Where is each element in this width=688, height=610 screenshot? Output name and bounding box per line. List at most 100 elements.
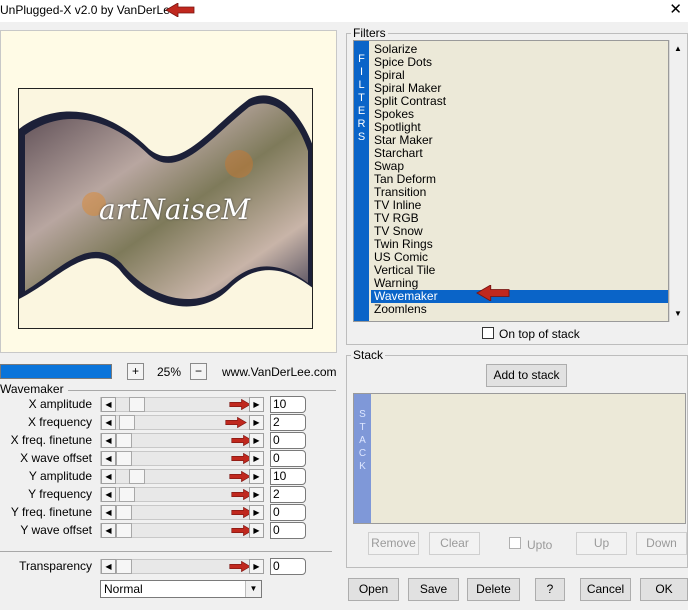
slider-right-button[interactable]: ▶ <box>249 559 264 574</box>
slider-right-button[interactable]: ▶ <box>249 523 264 538</box>
slider-right-button[interactable]: ▶ <box>249 469 264 484</box>
zoom-in-button[interactable]: + <box>127 363 144 380</box>
delete-button[interactable]: Delete <box>467 578 520 601</box>
progress-fill <box>1 365 111 378</box>
param-value[interactable]: 0 <box>270 522 306 539</box>
stack-list[interactable]: STACK <box>353 393 686 524</box>
preview-image[interactable]: artNaiseM <box>18 88 313 329</box>
param-value[interactable]: 0 <box>270 450 306 467</box>
slider-thumb[interactable] <box>116 505 132 520</box>
watermark-text: artNaiseM <box>99 193 251 226</box>
red-arrow-icon <box>229 561 251 572</box>
open-button[interactable]: Open <box>348 578 399 601</box>
scroll-up-icon[interactable]: ▲ <box>670 40 686 57</box>
param-slider[interactable]: ◀ ▶ <box>100 451 264 466</box>
slider-left-button[interactable]: ◀ <box>101 415 116 430</box>
slider-right-button[interactable]: ▶ <box>249 487 264 502</box>
parameters-title: Wavemaker <box>0 382 68 396</box>
slider-left-button[interactable]: ◀ <box>101 469 116 484</box>
slider-left-button[interactable]: ◀ <box>101 505 116 520</box>
slider-right-button[interactable]: ▶ <box>249 505 264 520</box>
slider-right-button[interactable]: ▶ <box>249 397 264 412</box>
param-slider[interactable]: ◀ ▶ <box>100 487 264 502</box>
zoom-out-button[interactable]: − <box>190 363 207 380</box>
param-slider[interactable]: ◀ ▶ <box>100 433 264 448</box>
slider-thumb[interactable] <box>116 433 132 448</box>
red-arrow-icon <box>229 399 251 410</box>
param-row: Y wave offset ◀ ▶ 0 <box>0 522 336 539</box>
slider-left-button[interactable]: ◀ <box>101 397 116 412</box>
upto-checkbox[interactable] <box>509 537 521 549</box>
slider-left-button[interactable]: ◀ <box>101 559 116 574</box>
red-arrow-left-icon <box>165 3 195 17</box>
slider-left-button[interactable]: ◀ <box>101 433 116 448</box>
param-slider[interactable]: ◀ ▶ <box>100 415 264 430</box>
strip-letter: S <box>359 409 366 420</box>
slider-left-button[interactable]: ◀ <box>101 523 116 538</box>
param-value[interactable]: 0 <box>270 504 306 521</box>
strip-letter: F <box>358 53 365 65</box>
transparency-value[interactable]: 0 <box>270 558 306 575</box>
param-value[interactable]: 10 <box>270 396 306 413</box>
down-button[interactable]: Down <box>636 532 687 555</box>
cancel-button[interactable]: Cancel <box>580 578 631 601</box>
transparency-slider[interactable]: ◀ ▶ <box>100 559 264 574</box>
param-value[interactable]: 0 <box>270 432 306 449</box>
red-arrow-icon <box>229 471 251 482</box>
filters-scrollbar[interactable]: ▲ ▼ <box>669 40 686 322</box>
zoom-level: 25% <box>157 365 182 379</box>
add-to-stack-button[interactable]: Add to stack <box>486 364 567 387</box>
help-button[interactable]: ? <box>535 578 565 601</box>
blend-mode-value: Normal <box>104 582 143 596</box>
slider-thumb[interactable] <box>118 415 135 430</box>
transparency-row: Transparency ◀ ▶ 0 <box>0 558 336 575</box>
save-button[interactable]: Save <box>408 578 459 601</box>
slider-thumb[interactable] <box>116 523 132 538</box>
slider-thumb[interactable] <box>116 559 132 574</box>
param-label: Y frequency <box>28 487 92 501</box>
slider-thumb[interactable] <box>128 469 145 484</box>
filters-list[interactable]: FILTERS Solarize Spice Dots Spiral Spiral M… <box>353 40 669 322</box>
strip-letter: R <box>357 118 366 130</box>
slider-thumb[interactable] <box>128 397 145 412</box>
param-slider[interactable]: ◀ ▶ <box>100 523 264 538</box>
slider-left-button[interactable]: ◀ <box>101 487 116 502</box>
param-label: X amplitude <box>28 397 92 411</box>
param-slider[interactable]: ◀ ▶ <box>100 505 264 520</box>
chevron-down-icon[interactable]: ▼ <box>245 581 261 597</box>
red-arrow-icon <box>225 417 247 428</box>
remove-button[interactable]: Remove <box>368 532 419 555</box>
param-label: Y wave offset <box>20 523 92 537</box>
param-value[interactable]: 10 <box>270 468 306 485</box>
strip-letter: L <box>358 79 365 91</box>
slider-left-button[interactable]: ◀ <box>101 451 116 466</box>
slider-right-button[interactable]: ▶ <box>249 451 264 466</box>
strip-letter: A <box>359 435 366 446</box>
strip-letter: E <box>357 105 366 117</box>
strip-letter: I <box>359 66 364 78</box>
scroll-down-icon[interactable]: ▼ <box>670 305 686 322</box>
strip-letter: S <box>357 131 366 143</box>
clear-button[interactable]: Clear <box>429 532 480 555</box>
param-row: Y amplitude ◀ ▶ 10 <box>0 468 336 485</box>
param-row: X frequency ◀ ▶ 2 <box>0 414 336 431</box>
param-value[interactable]: 2 <box>270 486 306 503</box>
param-slider[interactable]: ◀ ▶ <box>100 469 264 484</box>
close-button[interactable]: ✕ <box>669 2 682 18</box>
slider-thumb[interactable] <box>118 487 135 502</box>
param-row: Y frequency ◀ ▶ 2 <box>0 486 336 503</box>
filter-item[interactable]: Zoomlens <box>371 303 427 316</box>
slider-right-button[interactable]: ▶ <box>249 415 264 430</box>
param-label: X wave offset <box>20 451 92 465</box>
param-value[interactable]: 2 <box>270 414 306 431</box>
slider-right-button[interactable]: ▶ <box>249 433 264 448</box>
zoom-bar: + 25% − www.VanDerLee.com <box>0 363 337 381</box>
param-slider[interactable]: ◀ ▶ <box>100 397 264 412</box>
slider-thumb[interactable] <box>116 451 132 466</box>
website-link[interactable]: www.VanDerLee.com <box>222 365 337 379</box>
transparency-label: Transparency <box>19 559 92 573</box>
blend-mode-select[interactable]: Normal ▼ <box>100 580 262 598</box>
up-button[interactable]: Up <box>576 532 627 555</box>
ok-button[interactable]: OK <box>640 578 688 601</box>
on-top-checkbox[interactable] <box>482 327 494 339</box>
